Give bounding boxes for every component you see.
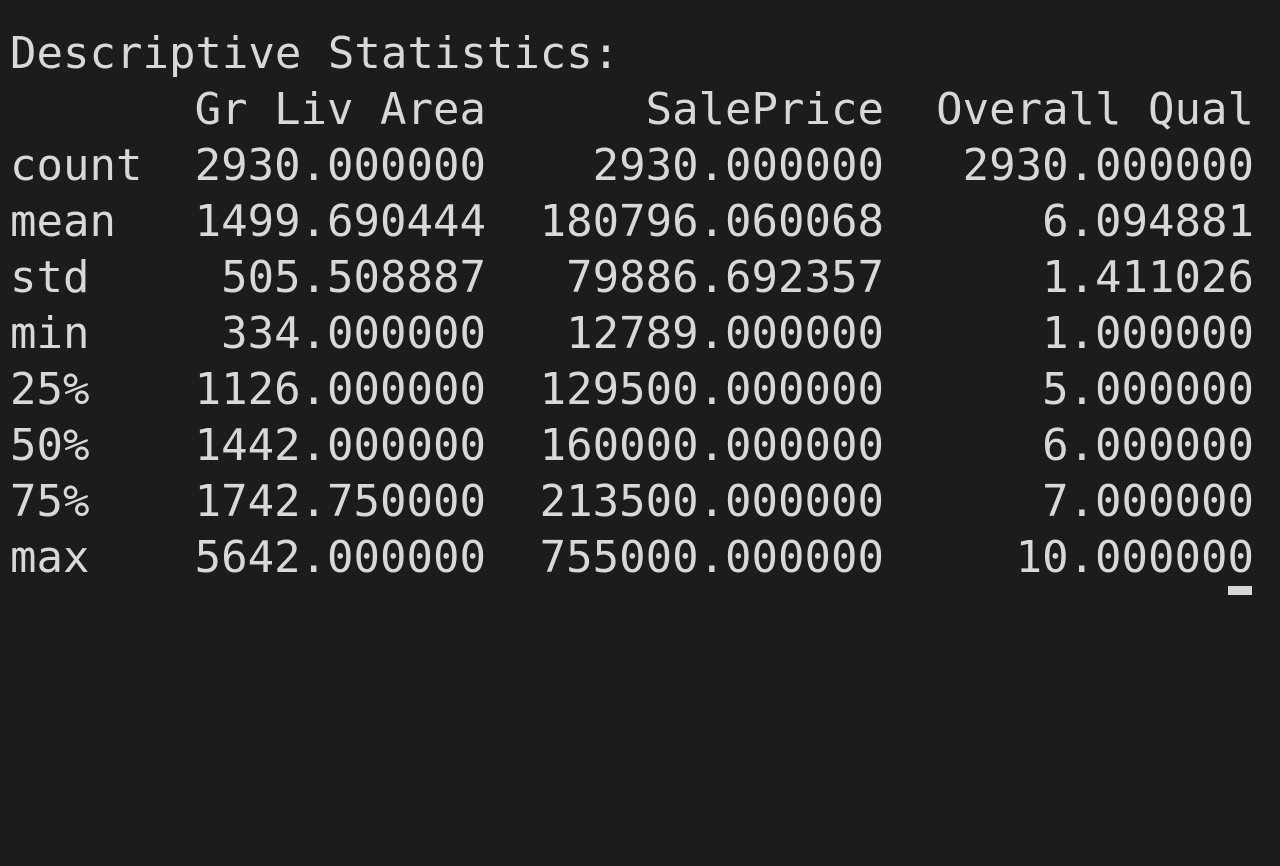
table-cell: 7.000000 [1042, 476, 1254, 527]
terminal-output: Descriptive Statistics: Gr Liv Area Sale… [0, 0, 1280, 595]
table-row: max 5642.000000 755000.000000 10.000000 [10, 530, 1254, 586]
table-row: std 505.508887 79886.692357 1.411026 [10, 250, 1254, 306]
table-cell: 10.000000 [1015, 532, 1254, 583]
table-cell: 2930.000000 [962, 140, 1254, 191]
table-row: min 334.000000 12789.000000 1.000000 [10, 306, 1254, 362]
column-header-overall-qual: Overall Qual [936, 84, 1254, 135]
table-cell: 5.000000 [1042, 364, 1254, 415]
table-cell: 6.094881 [1042, 196, 1254, 247]
table-header-row: Gr Liv Area SalePrice Overall Qual [10, 82, 1254, 138]
terminal-cursor [1228, 586, 1252, 595]
output-heading: Descriptive Statistics: [10, 28, 620, 79]
table-row: count 2930.000000 2930.000000 2930.00000… [10, 138, 1254, 194]
table-cell: 1.000000 [1042, 308, 1254, 359]
table-row: mean 1499.690444 180796.060068 6.094881 [10, 194, 1254, 250]
table-cell: 1.411026 [1042, 252, 1254, 303]
table-cell: 6.000000 [1042, 420, 1254, 471]
table-row: 50% 1442.000000 160000.000000 6.000000 [10, 418, 1254, 474]
table-row: 75% 1742.750000 213500.000000 7.000000 [10, 474, 1254, 530]
table-row: 25% 1126.000000 129500.000000 5.000000 [10, 362, 1254, 418]
